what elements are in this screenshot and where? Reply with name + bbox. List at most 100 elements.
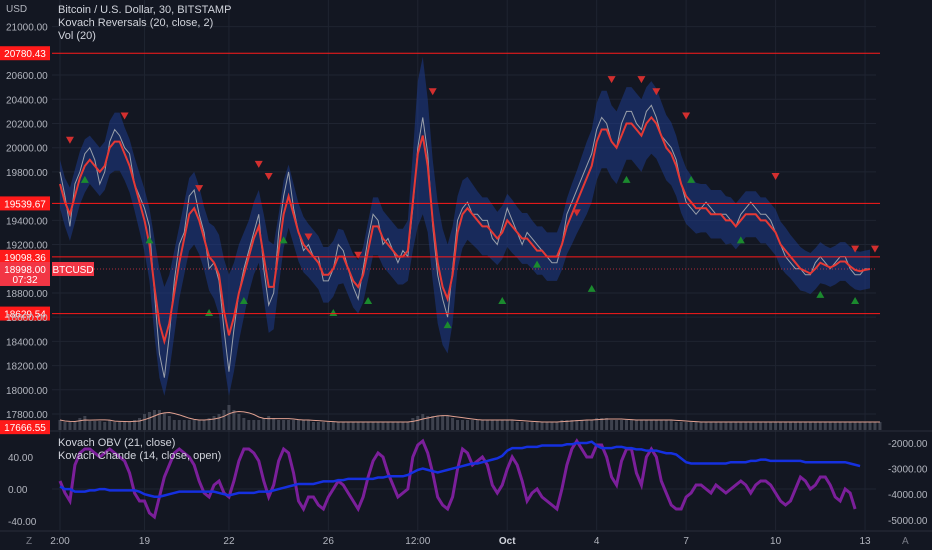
volume-bar [858, 422, 862, 430]
volume-bar [515, 422, 519, 430]
kovach-chande-legend[interactable]: Kovach Chande (14, close, open) [58, 450, 221, 463]
volume-bar [525, 422, 529, 430]
time-tick-label: 22 [223, 536, 235, 547]
time-tick-label: 26 [323, 536, 335, 547]
volume-bar [465, 420, 469, 430]
volume-bar [361, 422, 365, 430]
volume-bar [113, 422, 117, 430]
volume-bar [679, 422, 683, 430]
volume-bar [257, 420, 261, 430]
volume-bar [192, 420, 196, 430]
volume-bar [381, 422, 385, 430]
price-tick-label: 18800.00 [6, 289, 48, 300]
obv-tick-label: -3000.00 [888, 465, 928, 476]
volume-bar [724, 422, 728, 430]
volume-bar [341, 422, 345, 430]
chande-tick-label: -40.00 [8, 517, 37, 528]
volume-bar [813, 422, 817, 430]
volume-bar [793, 422, 797, 430]
auto-scale-control[interactable]: A [902, 536, 909, 547]
symbol-tag-text: BTCUSD [52, 265, 93, 276]
price-tick-label: 20000.00 [6, 144, 48, 155]
volume-bar [590, 420, 594, 430]
volume-bar [222, 410, 226, 430]
volume-bar [237, 414, 241, 430]
indicator-legend: Kovach OBV (21, close) Kovach Chande (14… [58, 437, 221, 463]
volume-bar [828, 422, 832, 430]
zoom-reset-control[interactable]: Z [26, 536, 32, 547]
volume-bar [694, 422, 698, 430]
volume-bar [550, 422, 554, 430]
volume-bar [277, 420, 281, 430]
volume-bar [311, 422, 315, 430]
volume-bar [103, 422, 107, 430]
volume-bar [217, 414, 221, 430]
volume-bar [803, 422, 807, 430]
price-tick-label: 18600.00 [6, 313, 48, 324]
chart-canvas[interactable]: 20780.4319539.6719098.3618629.5418998.00… [0, 0, 932, 550]
volume-bar [421, 414, 425, 430]
volume-bar [63, 422, 67, 430]
volume-bar [172, 420, 176, 430]
volume-bar [838, 422, 842, 430]
price-tick-label: 19800.00 [6, 168, 48, 179]
kovach-obv-legend[interactable]: Kovach OBV (21, close) [58, 437, 221, 450]
volume-bar [242, 418, 246, 430]
volume-bar [416, 416, 420, 430]
volume-bar [88, 421, 92, 430]
volume-bar [689, 422, 693, 430]
volume-bar [78, 418, 82, 430]
volume-bar [625, 420, 629, 430]
volume-bar [490, 420, 494, 430]
volume-bar [391, 422, 395, 430]
volume-bar [301, 420, 305, 430]
volume-bar [376, 422, 380, 430]
price-tick-label: 21000.00 [6, 23, 48, 34]
currency-label: USD [6, 4, 27, 15]
volume-bar [659, 420, 663, 430]
volume-bar [108, 420, 112, 430]
volume-bar [754, 422, 758, 430]
volume-bar [535, 422, 539, 430]
time-tick-label: 13 [859, 536, 871, 547]
volume-bar [510, 420, 514, 430]
volume-bar [461, 420, 465, 430]
volume-bar [853, 422, 857, 430]
volume-bar [346, 422, 350, 430]
volume-bar [649, 420, 653, 430]
volume-bar [292, 420, 296, 430]
volume-bar [93, 421, 97, 430]
volume-bar [58, 420, 62, 430]
volume-bar [272, 418, 276, 430]
volume-bar [774, 422, 778, 430]
time-tick-label: Oct [499, 536, 516, 547]
kovach-reversals-legend[interactable]: Kovach Reversals (20, close, 2) [58, 17, 231, 30]
volume-bar [297, 420, 301, 430]
volume-bar [729, 422, 733, 430]
time-tick-label: 7 [683, 536, 689, 547]
time-tick-label: 4 [594, 536, 600, 547]
volume-bar [371, 422, 375, 430]
time-tick-label: 19 [139, 536, 151, 547]
volume-bar [605, 418, 609, 430]
volume-bar [475, 420, 479, 430]
volume-legend[interactable]: Vol (20) [58, 30, 231, 43]
volume-bar [749, 422, 753, 430]
volume-bar [769, 422, 773, 430]
volume-bar [485, 420, 489, 430]
symbol-legend[interactable]: Bitcoin / U.S. Dollar, 30, BITSTAMP [58, 4, 231, 17]
volume-bar [356, 422, 360, 430]
bar-countdown: 07:32 [12, 275, 37, 286]
volume-bar [704, 422, 708, 430]
volume-bar [98, 421, 102, 430]
volume-bar [138, 418, 142, 430]
volume-bar [654, 420, 658, 430]
volume-bar [436, 416, 440, 430]
volume-bar [585, 420, 589, 430]
volume-bar [779, 422, 783, 430]
price-tick-label: 20400.00 [6, 95, 48, 106]
volume-bar [351, 422, 355, 430]
volume-bar [326, 422, 330, 430]
volume-bar [401, 422, 405, 430]
volume-bar [411, 418, 415, 430]
